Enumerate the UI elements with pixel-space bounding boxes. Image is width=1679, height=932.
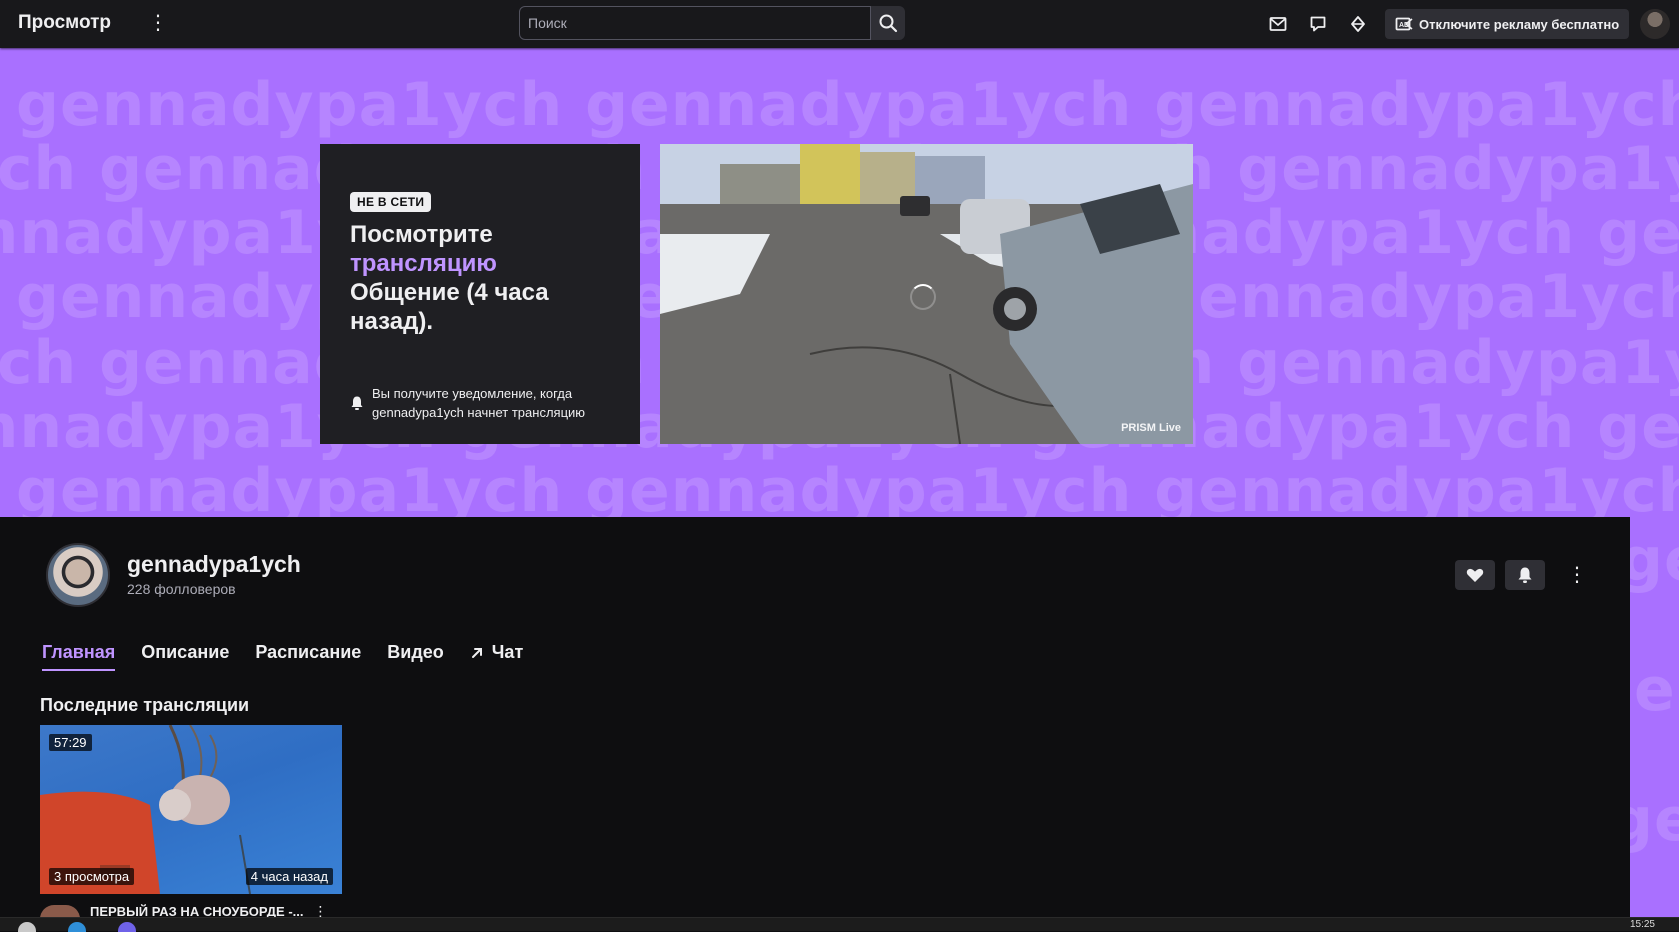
more-menu-icon[interactable]: ⋮ [148,11,168,35]
tab-label: Видео [387,642,444,662]
prime-loot-icon [1351,16,1365,32]
search-button[interactable] [871,6,905,40]
arrow-up-right-icon [471,647,482,658]
inbox-button[interactable] [1266,12,1290,36]
notifications-button[interactable] [1505,560,1545,590]
offline-title-line: Общение (4 часа назад). [350,279,549,335]
channel-banner: gennadypa1ych gennadypa1ych gennadypa1yc… [0,48,1679,517]
recent-broadcasts-heading: Последние трансляции [40,695,250,715]
banner-watermark-row: gennadypa1ych [1630,785,1679,855]
tab-label: Главная [42,642,116,662]
follower-count: 228 фолловеров [127,581,236,597]
banner-watermark-row: gennadypa1ych [1630,655,1679,725]
tab-label: Описание [141,642,230,662]
tab-about[interactable]: Описание [141,642,229,671]
offline-title-line: Посмотрите [350,221,493,248]
inbox-icon [1269,17,1287,31]
notification-hint: Вы получите уведомление, когда gennadypa… [350,384,585,422]
prism-live-watermark: PRISM Live [1121,422,1181,434]
ad-free-icon: AD [1395,17,1413,31]
tab-chat[interactable]: Чат [470,642,523,671]
tab-schedule[interactable]: Расписание [255,642,361,671]
age-badge: 4 часа назад [245,868,333,885]
channel-tabs: Главная Описание Расписание Видео Чат [42,642,549,671]
search-bar [519,6,909,42]
offline-video-player[interactable]: PRISM Live [660,144,1193,444]
channel-more-icon[interactable]: ⋮ [1567,561,1587,589]
search-icon [879,14,898,33]
tab-label: Расписание [255,642,362,662]
loading-spinner [910,284,936,310]
bell-icon [1518,567,1532,583]
heart-icon [1466,568,1484,582]
prime-loot-button[interactable] [1346,12,1370,36]
watch-stream-link[interactable]: трансляцию [350,249,610,278]
tab-label: Чат [491,642,524,662]
follow-button[interactable] [1455,560,1495,590]
tab-videos[interactable]: Видео [387,642,444,671]
svg-text:AD: AD [1399,22,1409,29]
turbo-adfree-button[interactable]: AD Отключите рекламу бесплатно [1385,9,1630,39]
offline-title: Посмотрите трансляцию Общение (4 часа на… [350,220,610,336]
banner-side-strip: gennadypa1ych gennadypa1ych gennadypa1yc… [1630,517,1679,917]
channel-content: gennadypa1ych 228 фолловеров ⋮ Главная О… [0,517,1630,919]
video-thumbnail[interactable]: 57:29 3 просмотра 4 часа назад [40,725,342,894]
channel-name[interactable]: gennadypa1ych [127,551,301,578]
channel-avatar[interactable] [46,543,110,607]
offline-info-card: НЕ В СЕТИ Посмотрите трансляцию Общение … [320,144,640,444]
whispers-icon [1310,16,1326,32]
banner-watermark-row: gennadypa1ych [1630,525,1679,595]
banner-watermark-row: gennadypa1ych gennadypa1ych gennadypa1yc… [16,70,1679,140]
duration-badge: 57:29 [49,734,92,751]
top-nav-bar: Просмотр ⋮ AD Отключит [0,0,1679,48]
os-taskbar: 15:25 [0,917,1679,932]
tab-home[interactable]: Главная [42,642,116,671]
notify-text: Вы получите уведомление, когда [372,386,573,401]
user-menu-avatar[interactable] [1640,9,1670,39]
adfree-label: Отключите рекламу бесплатно [1419,16,1620,32]
search-input[interactable] [519,6,871,40]
views-badge: 3 просмотра [49,868,135,885]
whispers-button[interactable] [1306,12,1330,36]
browse-link[interactable]: Просмотр [18,12,111,34]
taskbar-clock[interactable]: 15:25 [1630,919,1655,930]
offline-badge: НЕ В СЕТИ [350,192,432,212]
bell-icon [351,396,363,410]
notify-text: gennadypa1ych начнет трансляцию [372,405,586,420]
banner-watermark-row: gennadypa1ych gennadypa1ych gennadypa1yc… [16,456,1679,517]
